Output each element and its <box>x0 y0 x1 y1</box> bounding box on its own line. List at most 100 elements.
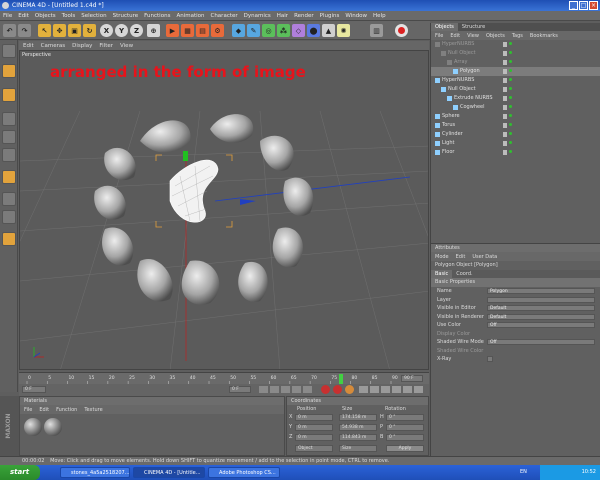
go-start-icon[interactable] <box>259 386 268 393</box>
menu-objects[interactable]: Objects <box>35 13 56 19</box>
scheme-icon[interactable] <box>414 386 423 393</box>
size-x-field[interactable]: 174.158 m <box>339 414 377 421</box>
position-z-field[interactable]: 0 m <box>295 434 333 441</box>
attribute-value-field[interactable]: Off <box>487 322 595 328</box>
size-z-field[interactable]: 114.843 m <box>339 434 377 441</box>
taskbar-item-photoshop[interactable]: Adobe Photoshop CS... <box>208 467 280 478</box>
menu-plugins[interactable]: Plugins <box>320 13 340 19</box>
size-y-field[interactable]: 54.938 m <box>339 424 377 431</box>
attribute-value-field[interactable] <box>487 356 493 362</box>
rotation-h-field[interactable]: 0 ° <box>386 414 424 421</box>
visibility-toggle-icon[interactable] <box>503 105 507 110</box>
rotate-icon[interactable]: ↻ <box>83 24 96 37</box>
enable-status-icon[interactable] <box>509 87 512 90</box>
deformer-icon[interactable]: ◇ <box>292 24 305 37</box>
enable-status-icon[interactable] <box>509 60 512 63</box>
perspective-viewport[interactable]: Perspective arranged in the form of imag… <box>19 50 429 370</box>
coordinate-mode-select[interactable]: Object <box>295 445 333 452</box>
object-tree-row[interactable]: Sphere <box>431 112 600 121</box>
visibility-toggle-icon[interactable] <box>503 123 507 128</box>
tweak-mode-icon[interactable] <box>2 170 16 184</box>
timeline-playhead[interactable] <box>339 374 343 384</box>
visibility-toggle-icon[interactable] <box>503 78 507 83</box>
apply-button[interactable]: Apply <box>386 445 424 452</box>
visibility-toggle-icon[interactable] <box>503 87 507 92</box>
objects-menu-objects[interactable]: Objects <box>486 33 505 39</box>
y-axis-handle[interactable] <box>183 151 188 161</box>
taskbar-item-stones[interactable]: stones_4a5a2518207... <box>60 467 130 478</box>
position-key-icon[interactable] <box>359 386 368 393</box>
language-indicator[interactable]: EN <box>520 469 527 475</box>
menu-animation[interactable]: Animation <box>176 13 204 19</box>
attributes-menu-edit[interactable]: Edit <box>456 254 466 260</box>
viewport-menu-edit[interactable]: Edit <box>23 43 34 49</box>
snap-icon[interactable] <box>2 192 16 206</box>
object-axis-mode-icon[interactable] <box>2 64 16 78</box>
objects-menu-edit[interactable]: Edit <box>450 33 460 39</box>
object-tree-row[interactable]: Extrude NURBS <box>431 94 600 103</box>
object-tree-row[interactable]: Cylinder <box>431 130 600 139</box>
position-y-field[interactable]: 0 m <box>295 424 333 431</box>
enable-status-icon[interactable] <box>509 78 512 81</box>
object-tree-row[interactable]: Null Object <box>431 85 600 94</box>
taskbar-item-cinema4d[interactable]: CINEMA 4D - [Untitle... <box>133 467 205 478</box>
light-object-icon[interactable]: ✺ <box>337 24 350 37</box>
materials-menu-edit[interactable]: Edit <box>39 407 49 413</box>
visibility-toggle-icon[interactable] <box>503 96 507 101</box>
array-icon[interactable]: ⁂ <box>277 24 290 37</box>
viewport-menu-cameras[interactable]: Cameras <box>41 43 65 49</box>
size-mode-select[interactable]: Size <box>339 445 377 452</box>
menu-selection[interactable]: Selection <box>81 13 106 19</box>
position-x-field[interactable]: 0 m <box>295 414 333 421</box>
timeline-ruler[interactable]: 0 5 10 15 20 25 30 35 40 45 50 55 60 65 70 75 80 85 90 90 … <box>19 372 429 385</box>
enable-status-icon[interactable] <box>509 114 512 117</box>
visibility-toggle-icon[interactable] <box>503 132 507 137</box>
attribute-value-field[interactable]: Off <box>487 339 595 345</box>
environment-icon[interactable]: ▲ <box>322 24 335 37</box>
attribute-value-field[interactable]: Default <box>487 313 595 320</box>
go-end-icon[interactable] <box>303 386 312 393</box>
enable-status-icon[interactable] <box>509 96 512 99</box>
attribute-value-field[interactable] <box>487 296 595 303</box>
objects-menu-view[interactable]: View <box>467 33 479 39</box>
redo-icon[interactable]: ↷ <box>18 24 31 37</box>
object-tree-row[interactable]: HyperNURBS <box>431 76 600 85</box>
model-mode-icon[interactable] <box>2 44 16 58</box>
y-axis-icon[interactable]: Y <box>115 24 128 37</box>
autokey-icon[interactable] <box>333 385 342 394</box>
materials-menu-function[interactable]: Function <box>56 407 77 413</box>
enable-status-icon[interactable] <box>509 51 512 54</box>
menu-tools[interactable]: Tools <box>62 13 76 19</box>
attribute-value-field[interactable]: Polygon <box>487 288 595 294</box>
object-tree-row[interactable]: HyperNURBS <box>431 40 600 49</box>
menu-edit[interactable]: Edit <box>18 13 29 19</box>
spline-pen-icon[interactable]: ✎ <box>247 24 260 37</box>
visibility-toggle-icon[interactable] <box>503 150 507 155</box>
menu-render[interactable]: Render <box>294 13 314 19</box>
play-icon[interactable] <box>281 386 290 393</box>
material-swatch-2[interactable] <box>44 418 62 436</box>
edges-mode-icon[interactable] <box>2 130 16 144</box>
materials-menu-texture[interactable]: Texture <box>84 407 102 413</box>
tab-coord[interactable]: Coord. <box>452 270 476 278</box>
cube-object-icon[interactable]: ◆ <box>232 24 245 37</box>
polygons-mode-icon[interactable] <box>2 148 16 162</box>
x-axis-handle[interactable] <box>240 199 256 205</box>
workplane-icon[interactable] <box>2 210 16 224</box>
object-tree-row[interactable]: Cogwheel <box>431 103 600 112</box>
scale-key-icon[interactable] <box>370 386 379 393</box>
rotation-key-icon[interactable] <box>381 386 390 393</box>
enable-status-icon[interactable] <box>509 69 512 72</box>
menu-structure[interactable]: Structure <box>113 13 139 19</box>
next-frame-icon[interactable] <box>292 386 301 393</box>
visibility-toggle-icon[interactable] <box>503 69 507 74</box>
visibility-toggle-icon[interactable] <box>503 141 507 146</box>
rotation-p-field[interactable]: 0 ° <box>386 424 424 431</box>
object-tree-row[interactable]: Floor <box>431 148 600 157</box>
tab-basic[interactable]: Basic <box>431 270 453 278</box>
keyframe-selection-icon[interactable] <box>345 385 354 394</box>
timeline-end-field[interactable]: 90 F <box>401 375 423 382</box>
enable-status-icon[interactable] <box>509 42 512 45</box>
enable-status-icon[interactable] <box>509 123 512 126</box>
menu-help[interactable]: Help <box>373 13 386 19</box>
